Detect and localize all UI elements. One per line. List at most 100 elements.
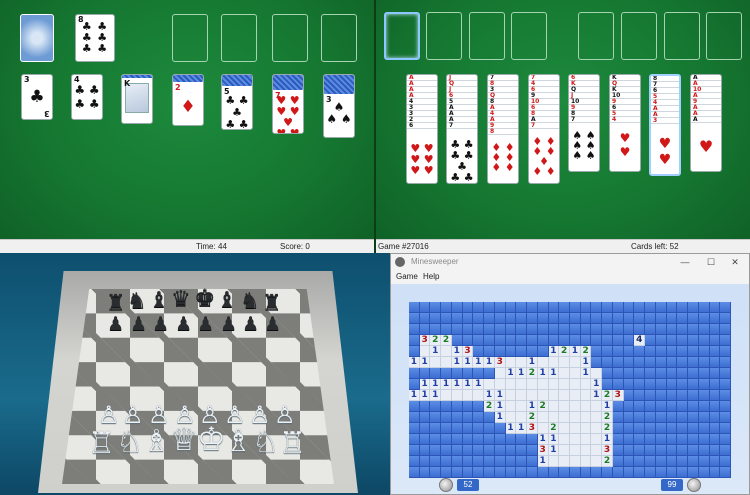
hidden-cell[interactable] — [451, 302, 463, 313]
hidden-cell[interactable] — [666, 401, 678, 412]
hidden-cell[interactable] — [580, 302, 592, 313]
hidden-cell[interactable] — [484, 434, 495, 445]
hidden-cell[interactable] — [527, 324, 538, 335]
hidden-cell[interactable] — [430, 434, 442, 445]
hidden-cell[interactable] — [720, 357, 731, 368]
revealed-cell[interactable] — [559, 423, 570, 434]
hidden-cell[interactable] — [494, 313, 506, 324]
revealed-cell[interactable] — [441, 357, 452, 368]
hidden-cell[interactable] — [645, 313, 656, 324]
spider-foundation-8[interactable] — [706, 12, 742, 60]
hidden-cell[interactable] — [698, 379, 710, 390]
revealed-cell[interactable] — [591, 434, 603, 445]
revealed-cell[interactable] — [548, 412, 560, 423]
revealed-cell[interactable]: 1 — [451, 379, 463, 390]
hidden-cell[interactable] — [698, 445, 710, 456]
hidden-cell[interactable] — [409, 412, 420, 423]
revealed-cell[interactable]: 1 — [473, 357, 485, 368]
hidden-cell[interactable] — [462, 335, 474, 346]
hidden-cell[interactable] — [720, 456, 731, 467]
revealed-cell[interactable]: 1 — [591, 379, 603, 390]
revealed-cell[interactable] — [580, 434, 592, 445]
spider-column-4[interactable]: 7 4 6 9 10 6 8 A 7 ♦ ♦ ♦ ♦ ♦ ♦ ♦ — [528, 74, 560, 184]
hidden-cell[interactable] — [462, 445, 474, 456]
hidden-cell[interactable] — [655, 456, 667, 467]
hidden-cell[interactable] — [527, 302, 538, 313]
foundation-1[interactable] — [172, 14, 208, 62]
hidden-cell[interactable] — [688, 368, 699, 379]
hidden-cell[interactable] — [634, 302, 646, 313]
hidden-cell[interactable] — [473, 467, 485, 478]
hidden-cell[interactable] — [709, 401, 721, 412]
revealed-cell[interactable]: 1 — [527, 401, 538, 412]
revealed-cell[interactable]: 1 — [473, 379, 485, 390]
white-knight-2[interactable]: ♘ — [252, 428, 279, 458]
hidden-cell[interactable] — [666, 456, 678, 467]
revealed-cell[interactable]: 1 — [430, 390, 442, 401]
hidden-cell[interactable] — [473, 368, 485, 379]
revealed-cell[interactable] — [441, 390, 452, 401]
revealed-cell[interactable] — [570, 456, 581, 467]
hidden-cell[interactable] — [494, 335, 506, 346]
hidden-cell[interactable] — [473, 412, 485, 423]
spider-column-5[interactable]: 6 K Q J 10 9 8 7 ♠ ♠ ♠ ♠ ♠ ♠ — [568, 74, 600, 172]
revealed-cell[interactable] — [559, 368, 570, 379]
hidden-cell[interactable] — [537, 346, 549, 357]
foundation-2[interactable] — [221, 14, 257, 62]
spider-foundation-3[interactable] — [469, 12, 505, 60]
hidden-cell[interactable] — [516, 335, 528, 346]
hidden-cell[interactable] — [559, 324, 570, 335]
revealed-cell[interactable]: 1 — [451, 346, 463, 357]
hidden-cell[interactable] — [484, 302, 495, 313]
hidden-cell[interactable] — [591, 357, 603, 368]
hidden-cell[interactable] — [505, 445, 517, 456]
hidden-cell[interactable] — [602, 324, 613, 335]
revealed-cell[interactable]: 1 — [537, 368, 549, 379]
revealed-cell[interactable]: 1 — [527, 357, 538, 368]
hidden-cell[interactable] — [548, 335, 560, 346]
revealed-cell[interactable]: 1 — [430, 346, 442, 357]
hidden-cell[interactable] — [655, 467, 667, 478]
hidden-cell[interactable] — [623, 379, 635, 390]
revealed-cell[interactable]: 1 — [548, 434, 560, 445]
revealed-cell[interactable] — [516, 357, 528, 368]
white-pawn[interactable]: ♙ — [98, 403, 120, 427]
hidden-cell[interactable] — [441, 456, 452, 467]
hidden-cell[interactable] — [720, 324, 731, 335]
hidden-cell[interactable] — [709, 434, 721, 445]
hidden-cell[interactable] — [698, 313, 710, 324]
spider-column-2[interactable]: JQJ65AAA7 ♣ ♣ ♣ ♣ ♣ ♣ ♣ — [446, 74, 478, 184]
revealed-cell[interactable] — [570, 434, 581, 445]
hidden-cell[interactable] — [709, 313, 721, 324]
revealed-cell[interactable]: 2 — [602, 423, 613, 434]
hidden-cell[interactable] — [419, 445, 431, 456]
revealed-cell[interactable]: 1 — [505, 368, 517, 379]
hidden-cell[interactable] — [698, 302, 710, 313]
hidden-cell[interactable] — [537, 313, 549, 324]
revealed-cell[interactable] — [570, 423, 581, 434]
hidden-cell[interactable] — [612, 445, 624, 456]
white-rook[interactable]: ♖ — [88, 429, 115, 459]
hidden-cell[interactable] — [623, 467, 635, 478]
revealed-cell[interactable]: 1 — [516, 368, 528, 379]
spider-foundation-7[interactable] — [664, 12, 700, 60]
revealed-cell[interactable]: 2 — [580, 346, 592, 357]
revealed-cell[interactable] — [516, 379, 528, 390]
tableau-4-card[interactable]: 2 ♦ — [172, 74, 204, 126]
hidden-cell[interactable] — [720, 335, 731, 346]
hidden-cell[interactable] — [666, 390, 678, 401]
revealed-cell[interactable] — [430, 357, 442, 368]
revealed-cell[interactable]: 1 — [591, 390, 603, 401]
revealed-cell[interactable]: 2 — [602, 412, 613, 423]
tableau-5-card[interactable]: 5 ♣ ♣ ♣ ♣ ♣ — [221, 74, 253, 130]
hidden-cell[interactable] — [473, 302, 485, 313]
tableau-3-card[interactable]: K — [121, 74, 153, 124]
white-bishop[interactable]: ♗ — [143, 427, 170, 457]
hidden-cell[interactable] — [516, 434, 528, 445]
hidden-cell[interactable] — [430, 445, 442, 456]
hidden-cell[interactable] — [430, 467, 442, 478]
hidden-cell[interactable] — [591, 313, 603, 324]
hidden-cell[interactable] — [559, 313, 570, 324]
hidden-cell[interactable] — [655, 302, 667, 313]
hidden-cell[interactable] — [473, 434, 485, 445]
